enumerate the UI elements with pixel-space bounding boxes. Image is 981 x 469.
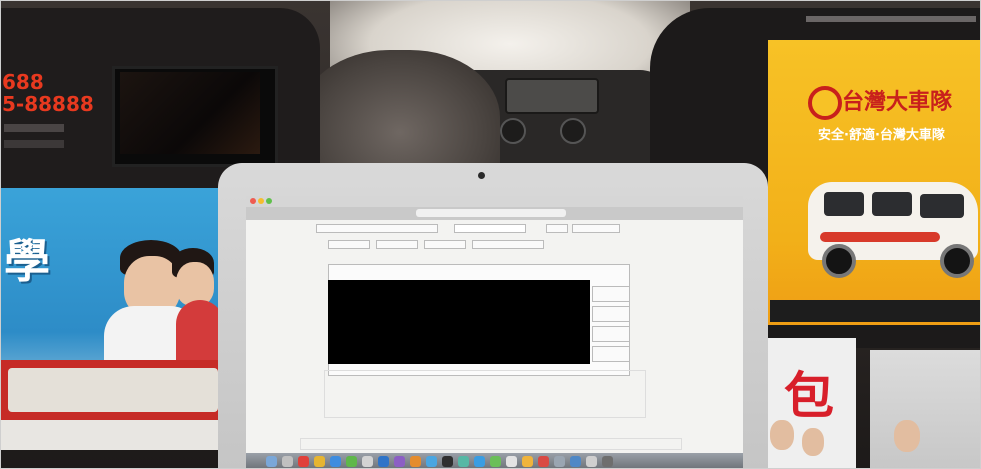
app-icon[interactable] [522, 456, 533, 467]
phone-number-prefix: 688 [2, 70, 44, 94]
app-icon[interactable] [362, 456, 373, 467]
header-field [316, 224, 438, 233]
headrest-screen-content [120, 72, 260, 154]
search-field[interactable] [454, 224, 526, 233]
address-bar[interactable] [416, 209, 566, 217]
table-cell [592, 306, 630, 322]
poster-top-text [806, 16, 976, 22]
app-icon[interactable] [282, 456, 293, 467]
van-window [920, 194, 964, 218]
filter-field[interactable] [424, 240, 466, 249]
app-icon[interactable] [554, 456, 565, 467]
person-face [894, 420, 920, 452]
filter-field[interactable] [328, 240, 370, 249]
button[interactable] [572, 224, 620, 233]
person-face [802, 428, 824, 456]
minimize-icon[interactable] [258, 198, 264, 204]
notes-block [324, 370, 646, 418]
app-icon[interactable] [394, 456, 405, 467]
footer-line [300, 438, 682, 450]
trash-icon[interactable] [602, 456, 613, 467]
app-icon[interactable] [442, 456, 453, 467]
table-cell [592, 326, 630, 342]
child-shirt [176, 300, 224, 360]
redacted-area [328, 280, 590, 364]
app-icon[interactable] [378, 456, 389, 467]
finder-icon[interactable] [266, 456, 277, 467]
van-wheel [822, 244, 856, 278]
dashboard-knob [500, 118, 526, 144]
table-cell [592, 346, 630, 362]
skype-icon[interactable] [474, 456, 485, 467]
van-wheel [940, 244, 974, 278]
taxi-interior-photo: 688 5-88888 學 台灣大車隊 安全·舒適·台灣大車隊 包 [0, 0, 981, 469]
table-cell [592, 286, 630, 302]
app-icon[interactable] [586, 456, 597, 467]
poster-headline: 學 [4, 234, 50, 288]
brand-name: 台灣大車隊 [842, 90, 953, 115]
van-window [872, 192, 912, 216]
app-icon[interactable] [314, 456, 325, 467]
app-icon[interactable] [426, 456, 437, 467]
van-window [824, 192, 864, 216]
ad-small-line [4, 140, 64, 148]
poster-info-panel [8, 368, 218, 412]
dashboard-display [505, 78, 599, 114]
poster-footer [0, 420, 226, 450]
app-icon[interactable] [490, 456, 501, 467]
poster-headline: 包 [784, 367, 834, 425]
maximize-icon[interactable] [266, 198, 272, 204]
brand-logo-icon [808, 86, 842, 120]
phone-number: 5-88888 [2, 92, 94, 116]
app-icon[interactable] [410, 456, 421, 467]
ad-small-line [4, 124, 64, 132]
laptop-screen [246, 196, 743, 469]
webcam-icon [478, 172, 485, 179]
poster-footer [770, 300, 981, 322]
brand-slogan: 安全·舒適·台灣大車隊 [818, 128, 945, 143]
filter-field[interactable] [376, 240, 418, 249]
van-stripe [820, 232, 940, 242]
button[interactable] [546, 224, 568, 233]
web-page [246, 220, 743, 453]
dashboard-knob [560, 118, 586, 144]
person-face [770, 420, 794, 450]
right-bottom-poster [870, 350, 981, 469]
app-icon[interactable] [538, 456, 549, 467]
app-icon[interactable] [346, 456, 357, 467]
app-icon[interactable] [570, 456, 581, 467]
app-icon[interactable] [298, 456, 309, 467]
app-icon[interactable] [506, 456, 517, 467]
filter-field[interactable] [472, 240, 544, 249]
close-icon[interactable] [250, 198, 256, 204]
app-icon[interactable] [458, 456, 469, 467]
app-icon[interactable] [330, 456, 341, 467]
